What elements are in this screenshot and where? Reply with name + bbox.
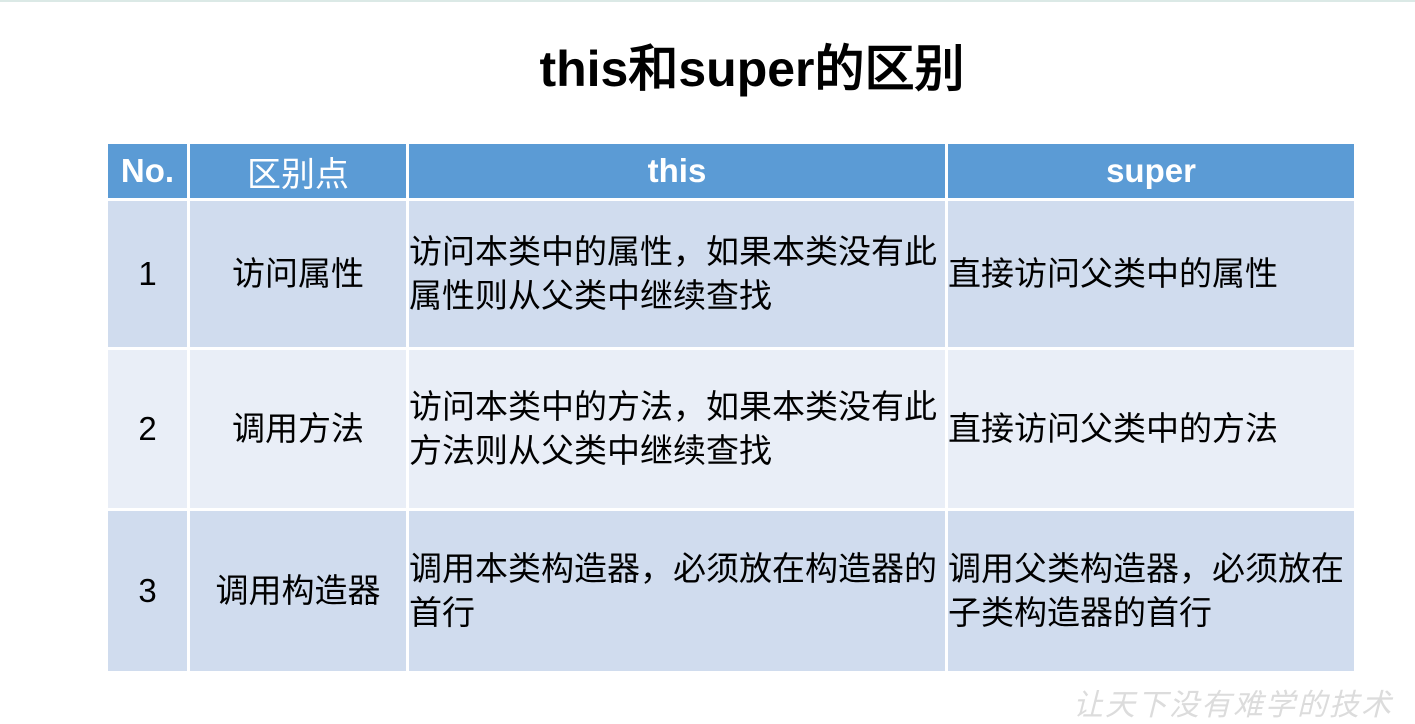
header-super: super — [945, 141, 1357, 201]
watermark-text: 让天下没有难学的技术 — [1073, 688, 1393, 723]
cell-point: 访问属性 — [187, 198, 409, 350]
cell-super: 调用父类构造器，必须放在子类构造器的首行 — [945, 508, 1357, 674]
cell-no: 1 — [105, 198, 190, 350]
cell-super: 直接访问父类中的属性 — [945, 198, 1357, 350]
header-difference-point: 区别点 — [187, 141, 409, 201]
table-row: 1 访问属性 访问本类中的属性，如果本类没有此属性则从父类中继续查找 直接访问父… — [105, 198, 1357, 350]
cell-point: 调用方法 — [187, 347, 409, 511]
table-header-row: No. 区别点 this super — [105, 141, 1357, 201]
table-row: 3 调用构造器 调用本类构造器，必须放在构造器的首行 调用父类构造器，必须放在子… — [105, 508, 1357, 674]
cell-no: 3 — [105, 508, 190, 674]
comparison-table: No. 区别点 this super 1 访问属性 访问本类中的属性，如果本类没… — [105, 141, 1357, 674]
cell-this: 访问本类中的方法，如果本类没有此方法则从父类中继续查找 — [406, 347, 948, 511]
table-row: 2 调用方法 访问本类中的方法，如果本类没有此方法则从父类中继续查找 直接访问父… — [105, 347, 1357, 511]
cell-this: 调用本类构造器，必须放在构造器的首行 — [406, 508, 948, 674]
cell-no: 2 — [105, 347, 190, 511]
header-this: this — [406, 141, 948, 201]
header-no: No. — [105, 141, 190, 201]
cell-point: 调用构造器 — [187, 508, 409, 674]
cell-super: 直接访问父类中的方法 — [945, 347, 1357, 511]
slide-title: this和super的区别 — [539, 41, 965, 97]
cell-this: 访问本类中的属性，如果本类没有此属性则从父类中继续查找 — [406, 198, 948, 350]
top-border-line — [0, 0, 1415, 2]
